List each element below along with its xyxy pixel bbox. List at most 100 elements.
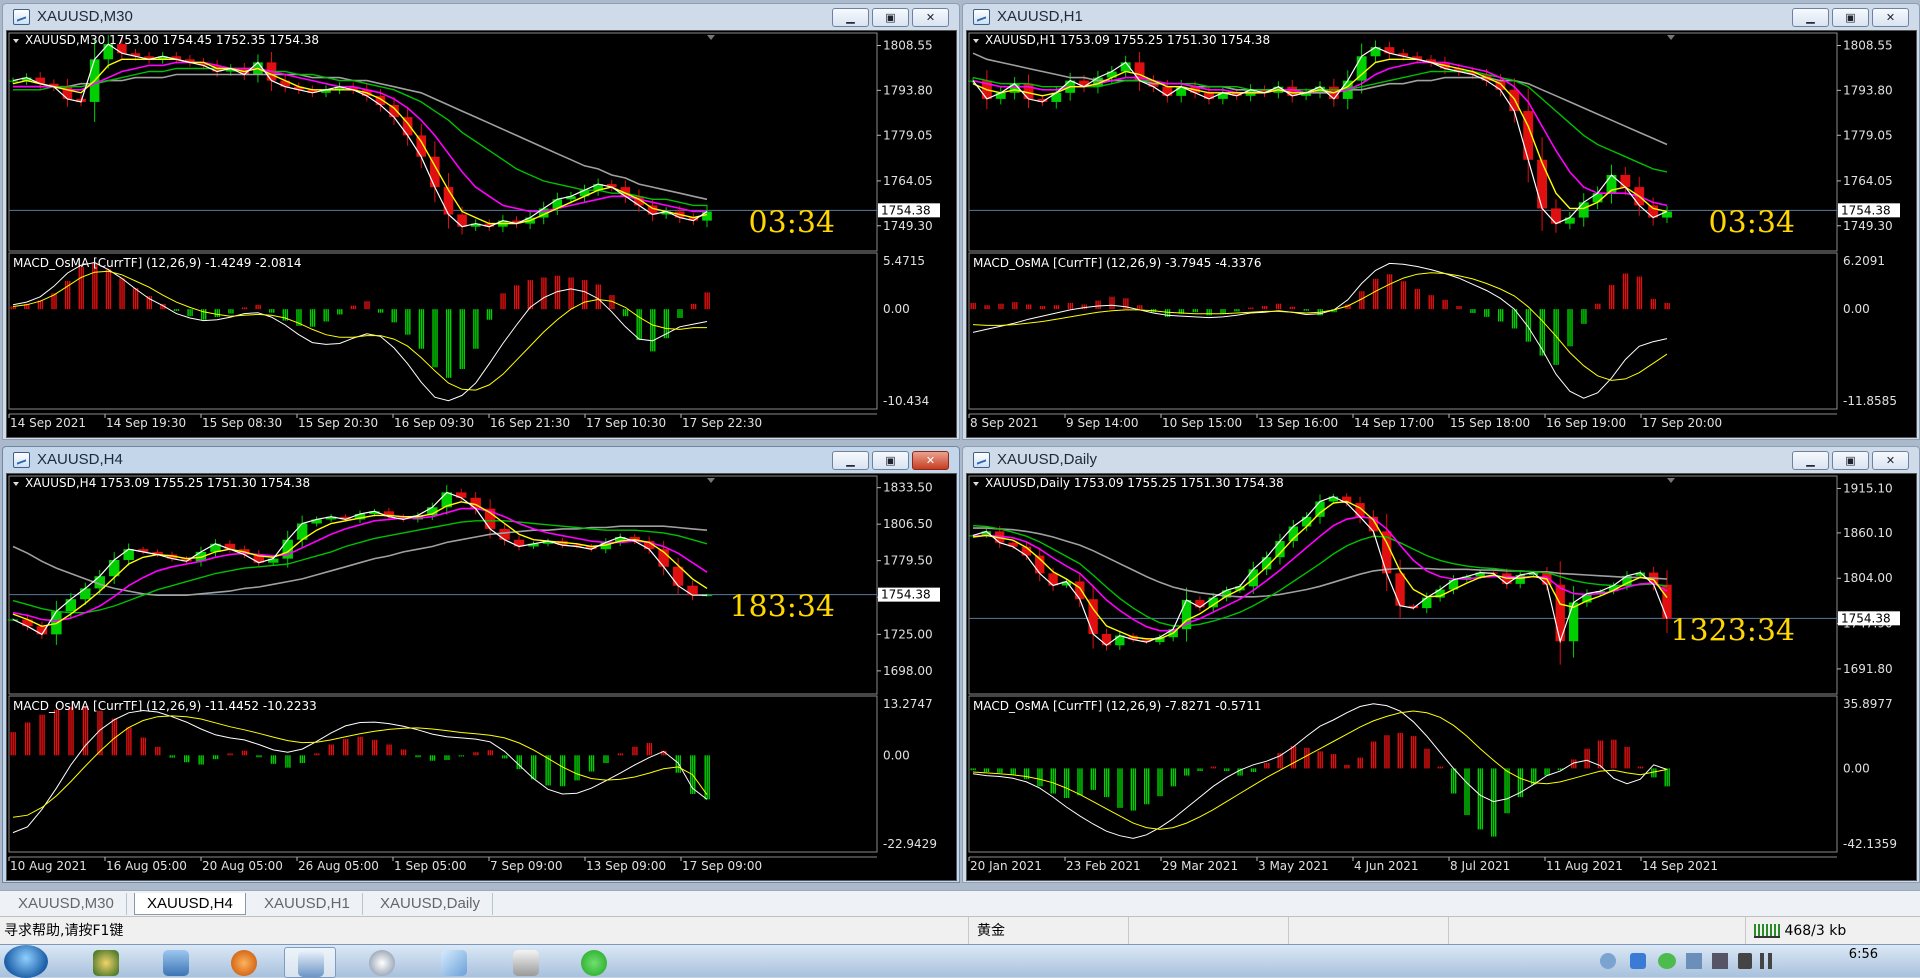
histogram-bar [316,753,318,756]
chart-tab-bar: XAUUSD,M30 XAUUSD,H4 XAUUSD,H1 XAUUSD,Da… [0,890,1920,916]
chart-area[interactable]: 1833.501806.501779.501752.501725.001698.… [6,473,957,881]
minimize-button[interactable]: ▁ [832,451,869,470]
histogram-bar [128,727,130,756]
start-button[interactable] [4,945,48,978]
taskbar-app-people[interactable] [150,947,202,978]
window-titlebar[interactable]: XAUUSD,H4 ▁ ▣ ✕ [3,447,959,473]
histogram-bar [228,309,230,314]
maximize-button[interactable]: ▣ [1832,8,1869,27]
candle-body [1620,174,1631,188]
histogram-bar [1399,732,1401,769]
histogram-bar [487,750,490,756]
taskbar-app-metatrader[interactable] [284,947,336,978]
chart-window-icon[interactable] [973,452,990,468]
histogram-bar [431,755,434,761]
chart-area[interactable]: 1808.55 1793.80 1779.05 1764.05 1749.30 1754.… [966,30,1917,438]
histogram-bar [972,302,974,310]
histogram-bar [105,269,108,310]
histogram-bar [134,288,137,310]
histogram-bar [636,309,638,340]
time-axis-label: 14 Sep 17:00 [1354,416,1434,430]
close-button[interactable]: ✕ [1872,8,1909,27]
minimize-button[interactable]: ▁ [832,8,869,27]
price-axis-label: 1860.10 [1843,526,1893,540]
chart-window-h1[interactable]: XAUUSD,H1 ▁ ▣ ✕ 1808.55 1793.80 1779.05 1764.05… [962,3,1920,440]
time-axis-label: 13 Sep 09:00 [586,859,666,873]
time-axis-label: 14 Sep 2021 [1642,859,1718,873]
maximize-button[interactable]: ▣ [1832,451,1869,470]
taskbar-app-wechat[interactable] [568,947,620,978]
histogram-bar [1597,303,1599,310]
histogram-bar [272,755,275,764]
chat-tray-icon[interactable] [1658,953,1676,969]
histogram-bar [1583,309,1585,324]
chart-window-icon[interactable] [13,9,30,25]
histogram-bar [1228,768,1230,772]
histogram-bar [708,755,710,800]
histogram-bar [1026,304,1028,310]
histogram-bar [1588,748,1590,769]
minimize-button[interactable]: ▁ [1792,8,1829,27]
taskbar-clock[interactable]: 6:56 [1849,947,1878,962]
taskbar-app-media[interactable] [356,947,408,978]
chart-window-h4[interactable]: XAUUSD,H4▁▣✕1833.501806.501779.501752.50… [2,446,960,883]
close-button[interactable]: ✕ [912,8,949,27]
histogram-bar [132,288,135,310]
power-icon[interactable] [1738,953,1752,969]
volume-icon[interactable] [1712,953,1728,969]
maximize-button[interactable]: ▣ [872,8,909,27]
chart-menu-triangle-icon[interactable] [973,482,979,486]
taskbar-app-calculator[interactable] [500,947,552,978]
close-button[interactable]: ✕ [912,451,949,470]
chart-svg: 1808.55 1793.80 1779.05 1764.05 1749.30 1754.… [8,32,940,430]
histogram-bar [1201,768,1203,772]
histogram-bar [1624,746,1626,769]
histogram-bar [24,722,27,756]
chart-menu-triangle-icon[interactable] [973,39,979,43]
histogram-bar [1359,757,1361,769]
histogram-bar [1373,278,1375,310]
window-titlebar[interactable]: XAUUSD,Daily ▁ ▣ ✕ [963,447,1919,473]
histogram-bar [617,753,620,756]
histogram-bar [366,301,368,310]
tab-xauusd-h4[interactable]: XAUUSD,H4 [134,893,246,915]
histogram-bar [1513,309,1516,329]
signal-icon[interactable] [1760,953,1776,969]
window-titlebar[interactable]: XAUUSD,M30 ▁ ▣ ✕ [3,4,959,30]
histogram-bar [285,755,287,768]
chart-window-icon[interactable] [13,452,30,468]
network-icon[interactable] [1600,953,1616,969]
chart-window-daily[interactable]: XAUUSD,Daily▁▣✕1915.101860.101804.001747… [962,446,1920,883]
shield-icon[interactable] [1630,953,1646,969]
chart-area[interactable]: 1915.101860.101804.001747.901691.801754.… [966,473,1917,881]
histogram-bar [1535,768,1537,785]
histogram-bar [1067,302,1070,310]
chart-menu-triangle-icon[interactable] [13,39,19,43]
window-titlebar[interactable]: XAUUSD,H1 ▁ ▣ ✕ [963,4,1919,30]
chart-window-icon[interactable] [973,9,990,25]
candle-body [1592,193,1603,203]
histogram-bar [1305,309,1308,311]
taskbar-app-dollar[interactable] [80,947,132,978]
maximize-button[interactable]: ▣ [872,451,909,470]
chart-area[interactable]: 1808.55 1793.80 1779.05 1764.05 1749.30 1754.… [6,30,957,438]
tab-xauusd-h1[interactable]: XAUUSD,H1 [252,893,363,915]
taskbar-app-notes[interactable] [428,947,480,978]
histogram-bar [1639,766,1642,769]
chart-window-m30[interactable]: XAUUSD,M30 ▁ ▣ ✕ 1808.55 1793.80 1779.05 1764.0… [2,3,960,440]
histogram-bar [1125,298,1127,310]
taskbar-app-orange[interactable] [218,947,270,978]
histogram-bar [1636,276,1639,310]
tab-xauusd-daily[interactable]: XAUUSD,Daily [368,893,494,915]
close-button[interactable]: ✕ [1872,451,1909,470]
histogram-bar [1508,768,1510,814]
tab-xauusd-m30[interactable]: XAUUSD,M30 [6,893,127,915]
histogram-bar [1586,748,1588,769]
minimize-button[interactable]: ▁ [1792,451,1829,470]
arrow-tray-icon[interactable] [1686,953,1702,969]
status-help-text: 寻求帮助,请按F1键 [4,923,124,939]
histogram-bar [1010,768,1012,775]
chart-menu-triangle-icon[interactable] [13,482,19,486]
histogram-bar [1159,768,1161,797]
price-axis-label: 1804.00 [1843,571,1893,585]
